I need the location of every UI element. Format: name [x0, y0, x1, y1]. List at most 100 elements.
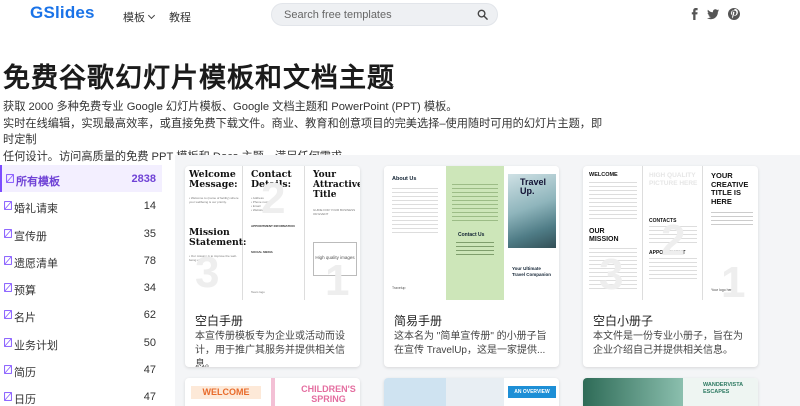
thumb-page-number: 2: [661, 216, 686, 265]
thumb-body-text: [711, 212, 753, 226]
sidebar-item-resume[interactable]: 简历 47: [0, 356, 162, 383]
thumb-page-number: 2: [261, 174, 286, 223]
thumb-panel: Your Attractive Title GUIDE FOR YOUR BUS…: [309, 166, 360, 300]
sidebar-item-label: 名片: [14, 312, 36, 325]
sidebar-item-count: 62: [143, 309, 156, 322]
template-card[interactable]: About Us Travelup Contact Us Travel Up. …: [384, 166, 559, 367]
card-description: 这本名为 "简单宣传册" 的小册子旨在宣传 TravelUp，这是一家提供...: [394, 331, 547, 356]
facebook-icon[interactable]: [688, 7, 702, 21]
sidebar-item-label: 宣传册: [14, 230, 47, 243]
template-icon: [4, 392, 12, 402]
sidebar-item-business-plan[interactable]: 业务计划 50: [0, 329, 162, 356]
sidebar-item-count: 14: [143, 200, 156, 213]
template-icon: [4, 201, 12, 211]
thumb-panel: YOUR CREATIVE TITLE IS HERE Your logo he…: [705, 166, 758, 300]
logo-g: G: [30, 3, 44, 22]
thumb-panel: WELCOME OUR MISSION 3: [583, 166, 643, 300]
search-input[interactable]: [284, 8, 464, 22]
sidebar-item-business-card[interactable]: 名片 62: [0, 301, 162, 328]
nav-templates-label: 模板: [123, 12, 145, 24]
thumb-subheading: APPOINTMENT INFORMATION: [251, 224, 295, 228]
thumb-heading: About Us: [392, 176, 417, 182]
template-icon: [4, 365, 12, 374]
thumb-heading: OUR MISSION: [589, 228, 619, 243]
thumb-heading: Your Attractive Title: [313, 170, 360, 200]
thumb-photo: [583, 378, 683, 406]
sidebar-item-all-templates[interactable]: 所有模板 2838: [0, 165, 162, 193]
sidebar-item-bucket-list[interactable]: 遗愿清单 78: [0, 247, 162, 274]
sidebar-item-budget[interactable]: 预算 34: [0, 274, 162, 301]
thumb-page-number: 3: [599, 250, 624, 299]
sidebar-item-label: 所有模板: [16, 176, 60, 188]
card-title[interactable]: 空白小册子: [593, 312, 653, 329]
thumb-heading: WELCOME: [191, 386, 261, 399]
thumb-heading: Travel Up.: [520, 177, 547, 196]
template-card[interactable]: WELCOME OUR MISSION 3 HIGH QUALITY PICTU…: [583, 166, 758, 367]
card-title[interactable]: 空白手册: [195, 312, 243, 329]
template-icon: [4, 337, 12, 347]
thumb-footer: Travelup: [392, 286, 406, 290]
thumb-heading: Contact Us: [458, 232, 485, 238]
nav-templates[interactable]: 模板: [123, 9, 156, 25]
sidebar-item-label: 日历: [14, 394, 36, 406]
template-icon: [6, 174, 14, 183]
thumb-panel: Contact Details: • Address • Phone number…: [247, 166, 305, 300]
template-icon: [4, 256, 12, 265]
sidebar-item-calendar[interactable]: 日历 47: [0, 383, 162, 406]
thumb-heading: WELCOME: [589, 172, 618, 178]
template-card[interactable]: AN OVERVIEW: [384, 378, 559, 406]
sidebar-item-label: 业务计划: [14, 339, 58, 352]
category-sidebar: 所有模板 2838 婚礼请柬 14 宣传册 35 遗愿清单 78 预算 34 名…: [0, 165, 162, 406]
card-description: 本文件是一份专业小册子，旨在为企业介绍自己并提供相关信息。: [593, 331, 743, 356]
logo-text: Slides: [43, 3, 95, 22]
sidebar-item-count: 34: [143, 282, 156, 295]
sidebar-item-label: 婚礼请柬: [14, 203, 58, 216]
template-icon: [4, 228, 12, 238]
sidebar-item-count: 47: [143, 364, 156, 377]
thumb-panel: Welcome Message: • Welcome to (name of f…: [185, 166, 247, 300]
chevron-down-icon: [147, 11, 156, 20]
thumb-body-text: [456, 242, 494, 256]
sidebar-item-wedding-invitation[interactable]: 婚礼请柬 14: [0, 192, 162, 219]
template-card[interactable]: WANDERVISTA ESCAPES: [583, 378, 758, 406]
template-thumbnail[interactable]: Welcome Message: • Welcome to (name of f…: [185, 166, 360, 300]
description-line: 获取 2000 多种免费专业 Google 幻灯片模板、Google 文档主题和…: [3, 101, 458, 113]
sidebar-item-label: 简历: [14, 367, 36, 380]
description-line: 实时在线编辑，实现最高效率，或直接免费下载文件。商业、教育和创意项目的完美选择–…: [3, 117, 603, 147]
logo[interactable]: GSlides: [30, 3, 95, 23]
thumb-heading: Mission Statement:: [189, 227, 247, 248]
thumb-panel: HIGH QUALITY PICTURE HERE CONTACTS APPOI…: [645, 166, 703, 300]
thumb-body-text: • Welcome to (name of facility) where yo…: [189, 196, 239, 204]
search-icon[interactable]: [477, 9, 488, 20]
template-thumbnail[interactable]: About Us Travelup Contact Us Travel Up. …: [384, 166, 559, 300]
card-description: 本宣传册模板专为企业或活动而设计，用于推广其服务并提供相关信息。: [195, 331, 345, 367]
search-box: [271, 3, 498, 26]
thumb-footer: Team logo: [251, 290, 265, 294]
sidebar-item-count: 2838: [131, 173, 156, 185]
twitter-icon[interactable]: [706, 7, 720, 21]
sidebar-item-count: 78: [143, 254, 156, 267]
template-card[interactable]: WELCOME CHILDREN'S SPRING: [185, 378, 360, 406]
thumb-body-text: [392, 188, 438, 234]
thumb-page-number: 1: [325, 256, 350, 300]
template-thumbnail[interactable]: WELCOME OUR MISSION 3 HIGH QUALITY PICTU…: [583, 166, 758, 300]
card-title[interactable]: 简易手册: [394, 312, 442, 329]
sidebar-item-count: 35: [143, 227, 156, 240]
thumb-heading: CHILDREN'S SPRING: [301, 384, 356, 404]
thumb-panel: About Us Travelup: [384, 166, 446, 300]
template-card[interactable]: Welcome Message: • Welcome to (name of f…: [185, 166, 360, 367]
nav-tutorial[interactable]: 教程: [169, 9, 191, 25]
nav-tutorial-label: 教程: [169, 12, 191, 24]
pinterest-icon[interactable]: [727, 7, 741, 21]
sidebar-item-brochure[interactable]: 宣传册 35: [0, 220, 162, 247]
thumb-image-placeholder: HIGH QUALITY PICTURE HERE: [649, 172, 698, 187]
template-icon: [4, 283, 12, 293]
page-title: 免费谷歌幻灯片模板和文档主题: [3, 63, 395, 93]
sidebar-item-count: 47: [143, 391, 156, 404]
thumb-heading: WANDERVISTA ESCAPES: [703, 382, 743, 395]
thumb-body-text: [452, 184, 498, 224]
sidebar-item-label: 遗愿清单: [14, 257, 58, 270]
thumb-page-number: 1: [721, 258, 746, 300]
thumb-heading: AN OVERVIEW: [508, 386, 556, 398]
thumb-divider: [271, 378, 275, 406]
